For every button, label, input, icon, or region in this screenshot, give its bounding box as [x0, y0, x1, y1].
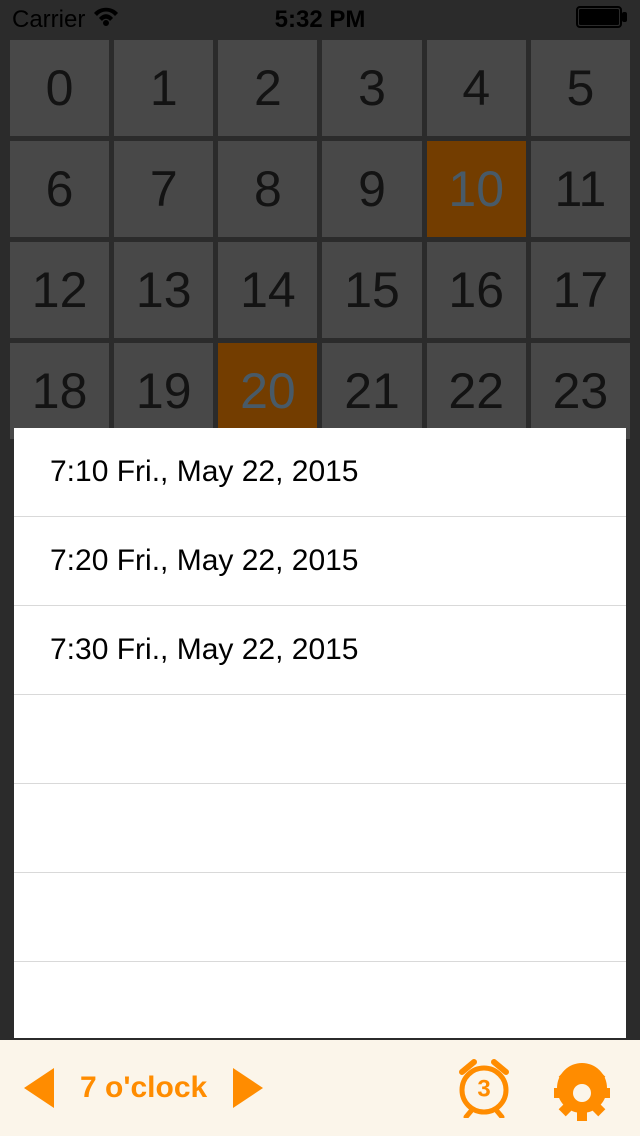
hour-cell-17[interactable]: 17	[531, 242, 630, 338]
hour-cell-21[interactable]: 21	[322, 343, 421, 439]
hour-cell-0[interactable]: 0	[10, 40, 109, 136]
hour-cell-5[interactable]: 5	[531, 40, 630, 136]
hour-cell-23[interactable]: 23	[531, 343, 630, 439]
status-right	[576, 6, 628, 35]
hour-grid: 01234567891011121314151617181920212223	[10, 40, 630, 439]
wifi-icon	[93, 6, 119, 34]
status-time: 5:32 PM	[275, 6, 366, 34]
hour-cell-1[interactable]: 1	[114, 40, 213, 136]
battery-icon	[576, 6, 628, 35]
alarm-list-panel: 7:10 Fri., May 22, 20157:20 Fri., May 22…	[14, 428, 626, 1038]
status-bar: Carrier 5:32 PM	[0, 0, 640, 40]
toolbar: 7 o'clock 3	[0, 1040, 640, 1136]
hour-cell-2[interactable]: 2	[218, 40, 317, 136]
hour-cell-3[interactable]: 3	[322, 40, 421, 136]
prev-hour-button[interactable]	[24, 1068, 54, 1108]
settings-button[interactable]	[554, 1060, 610, 1116]
hour-cell-12[interactable]: 12	[10, 242, 109, 338]
hour-cell-14[interactable]: 14	[218, 242, 317, 338]
toolbar-left: 7 o'clock	[24, 1068, 263, 1108]
list-item-empty	[14, 873, 626, 962]
hour-cell-20[interactable]: 20	[218, 343, 317, 439]
status-left: Carrier	[12, 6, 119, 34]
hour-cell-9[interactable]: 9	[322, 141, 421, 237]
next-hour-button[interactable]	[233, 1068, 263, 1108]
hour-cell-13[interactable]: 13	[114, 242, 213, 338]
hour-cell-15[interactable]: 15	[322, 242, 421, 338]
hour-label: 7 o'clock	[80, 1071, 207, 1105]
alarm-count-badge: 3	[477, 1076, 490, 1104]
hour-cell-18[interactable]: 18	[10, 343, 109, 439]
alarm-button[interactable]: 3	[454, 1058, 514, 1118]
hour-cell-19[interactable]: 19	[114, 343, 213, 439]
hour-cell-16[interactable]: 16	[427, 242, 526, 338]
gear-icon-overlay	[554, 1065, 610, 1121]
list-item[interactable]: 7:20 Fri., May 22, 2015	[14, 517, 626, 606]
hour-cell-11[interactable]: 11	[531, 141, 630, 237]
list-item-empty	[14, 784, 626, 873]
list-item[interactable]: 7:10 Fri., May 22, 2015	[14, 428, 626, 517]
list-item-empty	[14, 695, 626, 784]
hour-cell-22[interactable]: 22	[427, 343, 526, 439]
hour-cell-4[interactable]: 4	[427, 40, 526, 136]
hour-cell-6[interactable]: 6	[10, 141, 109, 237]
toolbar-right: 3	[454, 1058, 610, 1118]
hour-cell-10[interactable]: 10	[427, 141, 526, 237]
hour-cell-8[interactable]: 8	[218, 141, 317, 237]
hour-cell-7[interactable]: 7	[114, 141, 213, 237]
list-item[interactable]: 7:30 Fri., May 22, 2015	[14, 606, 626, 695]
carrier-label: Carrier	[12, 6, 85, 34]
